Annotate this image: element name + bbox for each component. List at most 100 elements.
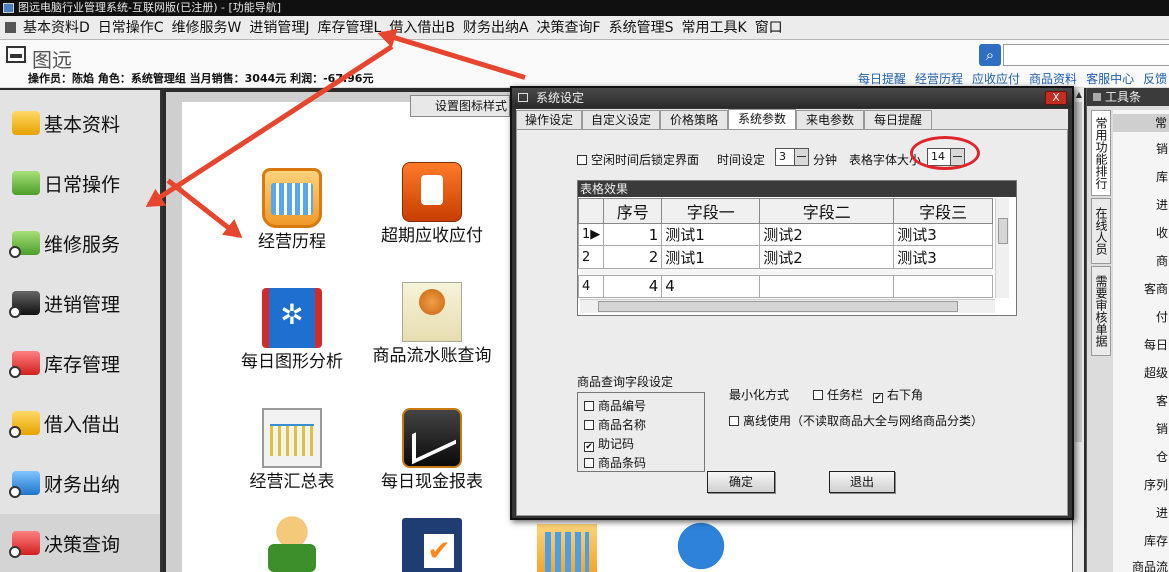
- list-item[interactable]: 超级: [1144, 364, 1168, 381]
- search-icon[interactable]: ⌕: [979, 44, 1001, 66]
- menu-system-mgmt[interactable]: 系统管理S: [605, 16, 678, 39]
- menu-repair-service[interactable]: 维修服务W: [168, 16, 246, 39]
- menu-purchase-sales[interactable]: 进销管理J: [245, 16, 313, 39]
- tab-price-strategy[interactable]: 价格策略: [660, 110, 728, 129]
- tile-business-history[interactable]: 经营历程: [227, 168, 357, 253]
- system-menu-icon[interactable]: [5, 22, 16, 33]
- list-item[interactable]: 销: [1156, 140, 1168, 157]
- list-item[interactable]: 商: [1156, 252, 1168, 269]
- quick-link-history[interactable]: 经营历程: [915, 70, 963, 87]
- tile-item-8[interactable]: [367, 518, 497, 572]
- quick-link-service-center[interactable]: 客服中心: [1086, 70, 1134, 87]
- menu-decision-query[interactable]: 决策查询F: [533, 16, 605, 39]
- checkbox-box[interactable]: [729, 416, 739, 426]
- list-item[interactable]: 进: [1156, 504, 1168, 521]
- tile-item-10[interactable]: [642, 522, 772, 572]
- table-cell[interactable]: 测试3: [893, 223, 993, 247]
- scroll-up-icon[interactable]: ▲: [1074, 90, 1084, 100]
- sidebar-item-purchase-sales[interactable]: 进销管理: [0, 274, 160, 332]
- bottom-right-checkbox[interactable]: ✔ 右下角: [873, 386, 923, 403]
- tile-daily-cash-report[interactable]: 每日现金报表: [367, 408, 497, 493]
- table-row[interactable]: 1▶ 1 测试1 测试2 测试3: [577, 223, 993, 247]
- list-item[interactable]: 仓: [1156, 448, 1168, 465]
- sidebar-item-decision-query[interactable]: 决策查询: [0, 514, 160, 572]
- column-header[interactable]: 字段三: [893, 197, 993, 225]
- sidebar-item-repair[interactable]: 维修服务: [0, 214, 160, 272]
- lock-idle-checkbox[interactable]: 空闲时间后锁定界面: [577, 151, 699, 168]
- field-checkbox-product-code[interactable]: 商品编号: [584, 397, 646, 414]
- tab-pending-approvals[interactable]: 需要审核单据: [1091, 266, 1111, 356]
- table-row[interactable]: 4 4 4: [577, 274, 993, 299]
- list-item[interactable]: 客: [1156, 392, 1168, 409]
- quick-link-feedback[interactable]: 反馈: [1143, 70, 1167, 87]
- list-item[interactable]: 销: [1156, 420, 1168, 437]
- tile-product-ledger[interactable]: 商品流水账查询: [367, 282, 497, 367]
- taskbar-checkbox[interactable]: 任务栏: [813, 386, 863, 403]
- column-header[interactable]: 字段一: [661, 197, 761, 225]
- tab-call-params[interactable]: 来电参数: [796, 110, 864, 129]
- sidebar-item-basic-data[interactable]: 基本资料: [0, 94, 160, 152]
- scroll-thumb[interactable]: [998, 218, 1008, 244]
- table-cell[interactable]: 2: [603, 245, 663, 269]
- tile-item-7[interactable]: [227, 514, 357, 572]
- search-input[interactable]: [1003, 44, 1169, 66]
- list-item[interactable]: 库: [1156, 168, 1168, 185]
- ok-button[interactable]: 确定: [707, 471, 775, 493]
- field-checkbox-mnemonic[interactable]: ✔ 助记码: [584, 435, 634, 452]
- table-cell[interactable]: [893, 274, 993, 299]
- checkbox-box[interactable]: [584, 401, 594, 411]
- table-cell[interactable]: 测试1: [661, 223, 761, 247]
- list-item[interactable]: 序列: [1144, 476, 1168, 493]
- list-item[interactable]: 进: [1156, 196, 1168, 213]
- offline-checkbox[interactable]: 离线使用（不读取商品大全与网络商品分类）: [729, 412, 983, 429]
- exit-button[interactable]: 退出: [829, 471, 895, 493]
- dialog-titlebar[interactable]: 系统设定 X: [512, 88, 1072, 108]
- list-item[interactable]: 每日: [1144, 336, 1168, 353]
- dialog-menu-icon[interactable]: [518, 93, 528, 102]
- checkbox-box[interactable]: [577, 155, 587, 165]
- menu-daily-ops[interactable]: 日常操作C: [94, 16, 168, 39]
- list-item[interactable]: 商品流: [1132, 558, 1168, 572]
- table-cell[interactable]: 测试2: [759, 223, 895, 247]
- tile-item-9[interactable]: [502, 524, 632, 572]
- close-icon[interactable]: X: [1045, 91, 1067, 105]
- tile-business-summary[interactable]: 经营汇总表: [227, 408, 357, 493]
- table-cell[interactable]: 4: [661, 274, 761, 299]
- column-header[interactable]: 字段二: [759, 197, 895, 225]
- column-header[interactable]: 序号: [603, 197, 663, 225]
- tab-online-users[interactable]: 在线人员: [1091, 198, 1111, 264]
- menu-basic-data[interactable]: 基本资料D: [19, 16, 94, 39]
- table-cell[interactable]: 1: [603, 223, 663, 247]
- menu-tools[interactable]: 常用工具K: [678, 16, 751, 39]
- tab-operation-settings[interactable]: 操作设定: [516, 110, 582, 129]
- table-vertical-scrollbar[interactable]: [995, 198, 1009, 298]
- check-icon[interactable]: ✔: [873, 393, 883, 403]
- sidebar-item-lend-borrow[interactable]: 借入借出: [0, 394, 160, 452]
- quick-link-products[interactable]: 商品资料: [1029, 70, 1077, 87]
- sidebar-item-inventory[interactable]: 库存管理: [0, 334, 160, 392]
- list-item[interactable]: 付: [1156, 308, 1168, 325]
- checkbox-box[interactable]: [584, 420, 594, 430]
- tab-daily-reminder[interactable]: 每日提醒: [864, 110, 932, 129]
- field-checkbox-product-name[interactable]: 商品名称: [584, 416, 646, 433]
- check-icon[interactable]: ✔: [584, 442, 594, 452]
- time-setting-spinner[interactable]: 3: [775, 148, 809, 166]
- sidebar-item-finance[interactable]: 财务出纳: [0, 454, 160, 512]
- table-row[interactable]: 2 2 测试1 测试2 测试3: [577, 245, 993, 269]
- menu-finance[interactable]: 财务出纳A: [459, 16, 533, 39]
- checkbox-box[interactable]: [813, 390, 823, 400]
- table-cell[interactable]: [759, 274, 895, 299]
- menu-inventory[interactable]: 库存管理L: [314, 16, 386, 39]
- scroll-thumb[interactable]: [598, 301, 958, 312]
- table-horizontal-scrollbar[interactable]: [580, 299, 995, 313]
- menu-window[interactable]: 窗口: [751, 16, 787, 39]
- list-item[interactable]: 收: [1156, 224, 1168, 241]
- set-icon-style-button[interactable]: 设置图标样式: [410, 95, 510, 117]
- quick-link-receivables[interactable]: 应收应付: [972, 70, 1020, 87]
- tile-overdue-payables[interactable]: 超期应收应付: [367, 162, 497, 247]
- table-cell[interactable]: 4: [603, 274, 663, 299]
- quick-link-daily-reminder[interactable]: 每日提醒: [858, 70, 906, 87]
- checkbox-box[interactable]: [584, 458, 594, 468]
- scroll-thumb[interactable]: [1075, 102, 1082, 442]
- tab-system-params[interactable]: 系统参数: [728, 109, 796, 129]
